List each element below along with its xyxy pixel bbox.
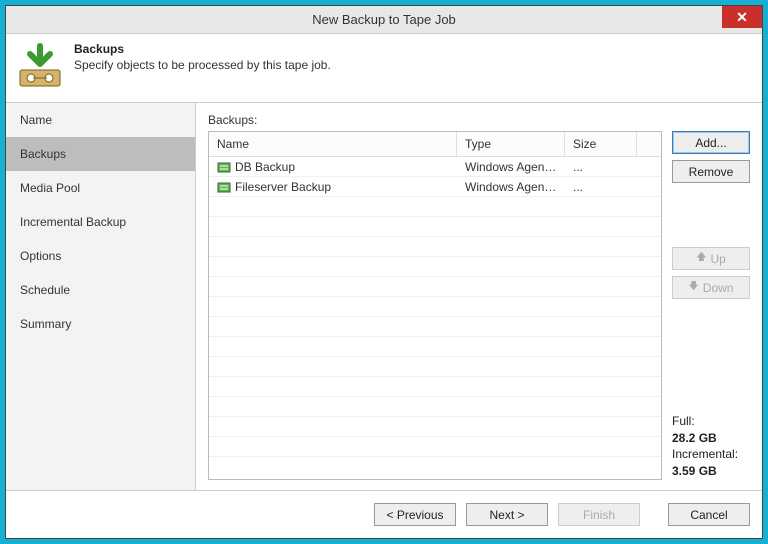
down-button: 🡇 Down xyxy=(672,276,750,299)
header-subtitle: Specify objects to be processed by this … xyxy=(74,58,331,72)
row-type: Windows Agent... xyxy=(457,158,565,176)
column-extra xyxy=(637,132,661,156)
table-row xyxy=(209,397,661,417)
wizard-body: Name Backups Media Pool Incremental Back… xyxy=(6,103,762,490)
table-row xyxy=(209,377,661,397)
next-button[interactable]: Next > xyxy=(466,503,548,526)
wizard-footer: < Previous Next > Finish Cancel xyxy=(6,490,762,538)
wizard-window: New Backup to Tape Job ✕ Backups Specify… xyxy=(5,5,763,539)
table-row xyxy=(209,417,661,437)
arrow-up-icon: 🡅 xyxy=(696,250,706,267)
size-stats: Full: 28.2 GB Incremental: 3.59 GB xyxy=(672,413,750,480)
close-icon: ✕ xyxy=(736,9,748,26)
tape-icon xyxy=(16,42,64,90)
cancel-button[interactable]: Cancel xyxy=(668,503,750,526)
table-row xyxy=(209,437,661,457)
row-type: Windows Agent... xyxy=(457,178,565,196)
list-label: Backups: xyxy=(208,113,750,127)
main-panel: Backups: Name Type Size xyxy=(196,103,762,490)
table-body: DB Backup Windows Agent... ... F xyxy=(209,157,661,479)
up-button: 🡅 Up xyxy=(672,247,750,270)
table-row xyxy=(209,317,661,337)
wizard-header: Backups Specify objects to be processed … xyxy=(6,34,762,103)
header-text: Backups Specify objects to be processed … xyxy=(74,42,331,72)
table-header: Name Type Size xyxy=(209,132,661,157)
sidebar-item-name[interactable]: Name xyxy=(6,103,195,137)
backup-job-icon xyxy=(217,180,231,194)
sidebar-item-incremental-backup[interactable]: Incremental Backup xyxy=(6,205,195,239)
incremental-value: 3.59 GB xyxy=(672,463,750,480)
table-row xyxy=(209,197,661,217)
row-size: ... xyxy=(565,158,637,176)
full-label: Full: xyxy=(672,413,750,430)
wizard-sidebar: Name Backups Media Pool Incremental Back… xyxy=(6,103,196,490)
down-label: Down xyxy=(703,281,734,295)
backups-table: Name Type Size DB Backup xyxy=(208,131,662,480)
table-row xyxy=(209,357,661,377)
sidebar-item-media-pool[interactable]: Media Pool xyxy=(6,171,195,205)
column-type[interactable]: Type xyxy=(457,132,565,156)
sidebar-item-schedule[interactable]: Schedule xyxy=(6,273,195,307)
full-value: 28.2 GB xyxy=(672,430,750,447)
sidebar-item-backups[interactable]: Backups xyxy=(6,137,195,171)
side-buttons: Add... Remove 🡅 Up 🡇 Down Full: 28.2 GB xyxy=(672,131,750,480)
table-row[interactable]: DB Backup Windows Agent... ... xyxy=(209,157,661,177)
row-size: ... xyxy=(565,178,637,196)
table-row xyxy=(209,337,661,357)
remove-button[interactable]: Remove xyxy=(672,160,750,183)
titlebar: New Backup to Tape Job ✕ xyxy=(6,6,762,34)
backup-job-icon xyxy=(217,160,231,174)
table-row xyxy=(209,277,661,297)
table-row xyxy=(209,257,661,277)
main-row: Name Type Size DB Backup xyxy=(208,131,750,480)
add-button[interactable]: Add... xyxy=(672,131,750,154)
table-row xyxy=(209,297,661,317)
row-name: Fileserver Backup xyxy=(235,180,331,194)
close-button[interactable]: ✕ xyxy=(722,6,762,28)
table-row xyxy=(209,217,661,237)
sidebar-item-options[interactable]: Options xyxy=(6,239,195,273)
incremental-label: Incremental: xyxy=(672,446,750,463)
window-title: New Backup to Tape Job xyxy=(6,12,762,27)
row-name: DB Backup xyxy=(235,160,295,174)
arrow-down-icon: 🡇 xyxy=(689,279,699,296)
header-title: Backups xyxy=(74,42,331,56)
column-size[interactable]: Size xyxy=(565,132,637,156)
table-row[interactable]: Fileserver Backup Windows Agent... ... xyxy=(209,177,661,197)
finish-button: Finish xyxy=(558,503,640,526)
previous-button[interactable]: < Previous xyxy=(374,503,456,526)
column-name[interactable]: Name xyxy=(209,132,457,156)
sidebar-item-summary[interactable]: Summary xyxy=(6,307,195,341)
table-row xyxy=(209,237,661,257)
up-label: Up xyxy=(710,252,725,266)
